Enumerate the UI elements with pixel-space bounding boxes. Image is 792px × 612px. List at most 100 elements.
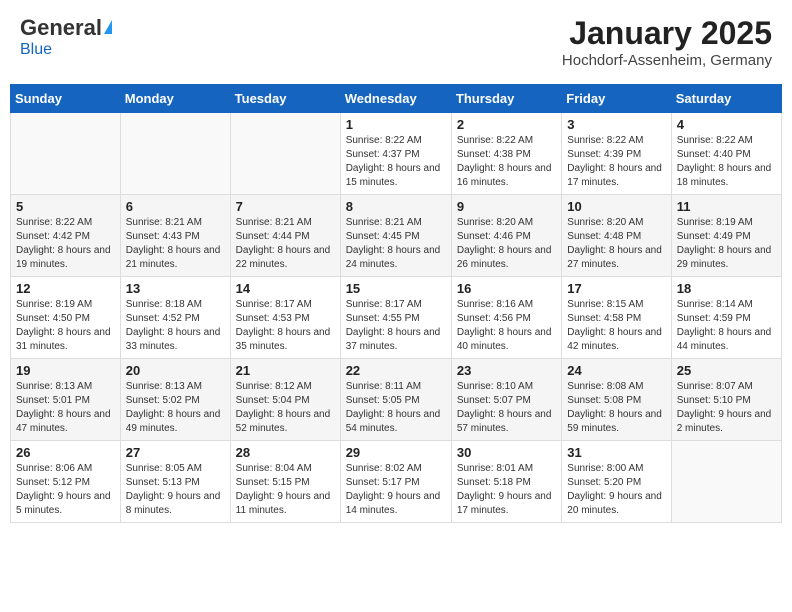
- calendar-cell: 25 Sunrise: 8:07 AM Sunset: 5:10 PM Dayli…: [671, 359, 781, 441]
- calendar-cell: 5 Sunrise: 8:22 AM Sunset: 4:42 PM Daylig…: [11, 195, 121, 277]
- day-info: Sunrise: 8:21 AM Sunset: 4:45 PM Dayligh…: [346, 216, 446, 272]
- day-number: 30: [457, 445, 556, 460]
- page-header: General Blue January 2025 Hochdorf-Assen…: [10, 10, 782, 74]
- weekday-header-monday: Monday: [120, 85, 230, 113]
- calendar-week-5: 26Sunrise: 8:06 AM Sunset: 5:12 PM Dayli…: [11, 441, 782, 523]
- day-info: Sunrise: 8:16 AM Sunset: 4:56 PM Dayligh…: [457, 298, 556, 354]
- calendar-table: SundayMondayTuesdayWednesdayThursdayFrid…: [10, 84, 782, 523]
- calendar-cell: 27 Sunrise: 8:05 AM Sunset: 5:13 PM Dayli…: [120, 441, 230, 523]
- calendar-cell: [230, 113, 340, 195]
- day-number: 24: [567, 363, 665, 378]
- day-info: Sunrise: 8:07 AM Sunset: 5:10 PM Dayligh…: [677, 380, 776, 436]
- day-number: 19: [16, 363, 115, 378]
- calendar-cell: 31 Sunrise: 8:00 AM Sunset: 5:20 PM Dayli…: [562, 441, 671, 523]
- day-info: Sunrise: 8:22 AM Sunset: 4:39 PM Dayligh…: [567, 134, 665, 190]
- logo-icon: [104, 20, 112, 34]
- day-number: 6: [126, 199, 225, 214]
- day-number: 15: [346, 281, 446, 296]
- day-number: 4: [677, 117, 776, 132]
- day-info: Sunrise: 8:22 AM Sunset: 4:40 PM Dayligh…: [677, 134, 776, 190]
- day-info: Sunrise: 8:12 AM Sunset: 5:04 PM Dayligh…: [236, 380, 335, 436]
- day-number: 10: [567, 199, 665, 214]
- day-info: Sunrise: 8:15 AM Sunset: 4:58 PM Dayligh…: [567, 298, 665, 354]
- calendar-cell: 28 Sunrise: 8:04 AM Sunset: 5:15 PM Dayli…: [230, 441, 340, 523]
- weekday-header-sunday: Sunday: [11, 85, 121, 113]
- day-number: 27: [126, 445, 225, 460]
- day-number: 21: [236, 363, 335, 378]
- calendar-week-4: 19 Sunrise: 8:13 AM Sunset: 5:01 PM Dayli…: [11, 359, 782, 441]
- calendar-cell: 10Sunrise: 8:20 AM Sunset: 4:48 PM Dayli…: [562, 195, 671, 277]
- calendar-cell: 21 Sunrise: 8:12 AM Sunset: 5:04 PM Dayli…: [230, 359, 340, 441]
- day-info: Sunrise: 8:18 AM Sunset: 4:52 PM Dayligh…: [126, 298, 225, 354]
- location-text: Hochdorf-Assenheim, Germany: [562, 52, 772, 69]
- weekday-header-thursday: Thursday: [451, 85, 561, 113]
- day-number: 25: [677, 363, 776, 378]
- day-number: 8: [346, 199, 446, 214]
- day-info: Sunrise: 8:02 AM Sunset: 5:17 PM Dayligh…: [346, 462, 446, 518]
- calendar-cell: 16 Sunrise: 8:16 AM Sunset: 4:56 PM Dayli…: [451, 277, 561, 359]
- weekday-header-friday: Friday: [562, 85, 671, 113]
- day-info: Sunrise: 8:14 AM Sunset: 4:59 PM Dayligh…: [677, 298, 776, 354]
- day-info: Sunrise: 8:19 AM Sunset: 4:49 PM Dayligh…: [677, 216, 776, 272]
- day-info: Sunrise: 8:21 AM Sunset: 4:44 PM Dayligh…: [236, 216, 335, 272]
- calendar-cell: 12 Sunrise: 8:19 AM Sunset: 4:50 PM Dayli…: [11, 277, 121, 359]
- day-number: 9: [457, 199, 556, 214]
- calendar-cell: 11 Sunrise: 8:19 AM Sunset: 4:49 PM Dayli…: [671, 195, 781, 277]
- day-info: Sunrise: 8:00 AM Sunset: 5:20 PM Dayligh…: [567, 462, 665, 518]
- calendar-cell: 4 Sunrise: 8:22 AM Sunset: 4:40 PM Daylig…: [671, 113, 781, 195]
- day-info: Sunrise: 8:19 AM Sunset: 4:50 PM Dayligh…: [16, 298, 115, 354]
- calendar-cell: 19 Sunrise: 8:13 AM Sunset: 5:01 PM Dayli…: [11, 359, 121, 441]
- day-number: 18: [677, 281, 776, 296]
- day-number: 13: [126, 281, 225, 296]
- calendar-header-row: SundayMondayTuesdayWednesdayThursdayFrid…: [11, 85, 782, 113]
- day-number: 1: [346, 117, 446, 132]
- calendar-cell: 29 Sunrise: 8:02 AM Sunset: 5:17 PM Dayli…: [340, 441, 451, 523]
- day-number: 2: [457, 117, 556, 132]
- day-info: Sunrise: 8:20 AM Sunset: 4:46 PM Dayligh…: [457, 216, 556, 272]
- calendar-cell: 26Sunrise: 8:06 AM Sunset: 5:12 PM Dayli…: [11, 441, 121, 523]
- day-number: 31: [567, 445, 665, 460]
- day-number: 12: [16, 281, 115, 296]
- day-info: Sunrise: 8:22 AM Sunset: 4:38 PM Dayligh…: [457, 134, 556, 190]
- day-number: 7: [236, 199, 335, 214]
- weekday-header-tuesday: Tuesday: [230, 85, 340, 113]
- calendar-cell: 22 Sunrise: 8:11 AM Sunset: 5:05 PM Dayli…: [340, 359, 451, 441]
- day-info: Sunrise: 8:17 AM Sunset: 4:53 PM Dayligh…: [236, 298, 335, 354]
- day-info: Sunrise: 8:22 AM Sunset: 4:42 PM Dayligh…: [16, 216, 115, 272]
- logo-blue-text: Blue: [20, 41, 52, 59]
- day-info: Sunrise: 8:10 AM Sunset: 5:07 PM Dayligh…: [457, 380, 556, 436]
- calendar-week-2: 5 Sunrise: 8:22 AM Sunset: 4:42 PM Daylig…: [11, 195, 782, 277]
- day-info: Sunrise: 8:17 AM Sunset: 4:55 PM Dayligh…: [346, 298, 446, 354]
- weekday-header-wednesday: Wednesday: [340, 85, 451, 113]
- calendar-cell: 15 Sunrise: 8:17 AM Sunset: 4:55 PM Dayli…: [340, 277, 451, 359]
- day-number: 17: [567, 281, 665, 296]
- day-number: 29: [346, 445, 446, 460]
- day-number: 22: [346, 363, 446, 378]
- logo-general-text: General: [20, 15, 102, 41]
- day-number: 26: [16, 445, 115, 460]
- calendar-cell: [11, 113, 121, 195]
- day-number: 28: [236, 445, 335, 460]
- day-info: Sunrise: 8:13 AM Sunset: 5:01 PM Dayligh…: [16, 380, 115, 436]
- calendar-cell: 30Sunrise: 8:01 AM Sunset: 5:18 PM Dayli…: [451, 441, 561, 523]
- day-number: 16: [457, 281, 556, 296]
- day-info: Sunrise: 8:11 AM Sunset: 5:05 PM Dayligh…: [346, 380, 446, 436]
- calendar-week-3: 12 Sunrise: 8:19 AM Sunset: 4:50 PM Dayli…: [11, 277, 782, 359]
- calendar-cell: 6Sunrise: 8:21 AM Sunset: 4:43 PM Daylig…: [120, 195, 230, 277]
- calendar-cell: 7 Sunrise: 8:21 AM Sunset: 4:44 PM Daylig…: [230, 195, 340, 277]
- day-info: Sunrise: 8:22 AM Sunset: 4:37 PM Dayligh…: [346, 134, 446, 190]
- day-info: Sunrise: 8:04 AM Sunset: 5:15 PM Dayligh…: [236, 462, 335, 518]
- calendar-week-1: 1 Sunrise: 8:22 AM Sunset: 4:37 PM Daylig…: [11, 113, 782, 195]
- day-info: Sunrise: 8:13 AM Sunset: 5:02 PM Dayligh…: [126, 380, 225, 436]
- day-info: Sunrise: 8:05 AM Sunset: 5:13 PM Dayligh…: [126, 462, 225, 518]
- calendar-cell: [120, 113, 230, 195]
- day-number: 5: [16, 199, 115, 214]
- calendar-cell: [671, 441, 781, 523]
- title-area: January 2025 Hochdorf-Assenheim, Germany: [562, 15, 772, 69]
- calendar-cell: 20Sunrise: 8:13 AM Sunset: 5:02 PM Dayli…: [120, 359, 230, 441]
- logo: General Blue: [20, 15, 112, 59]
- day-number: 3: [567, 117, 665, 132]
- calendar-cell: 2 Sunrise: 8:22 AM Sunset: 4:38 PM Daylig…: [451, 113, 561, 195]
- calendar-cell: 23Sunrise: 8:10 AM Sunset: 5:07 PM Dayli…: [451, 359, 561, 441]
- day-number: 11: [677, 199, 776, 214]
